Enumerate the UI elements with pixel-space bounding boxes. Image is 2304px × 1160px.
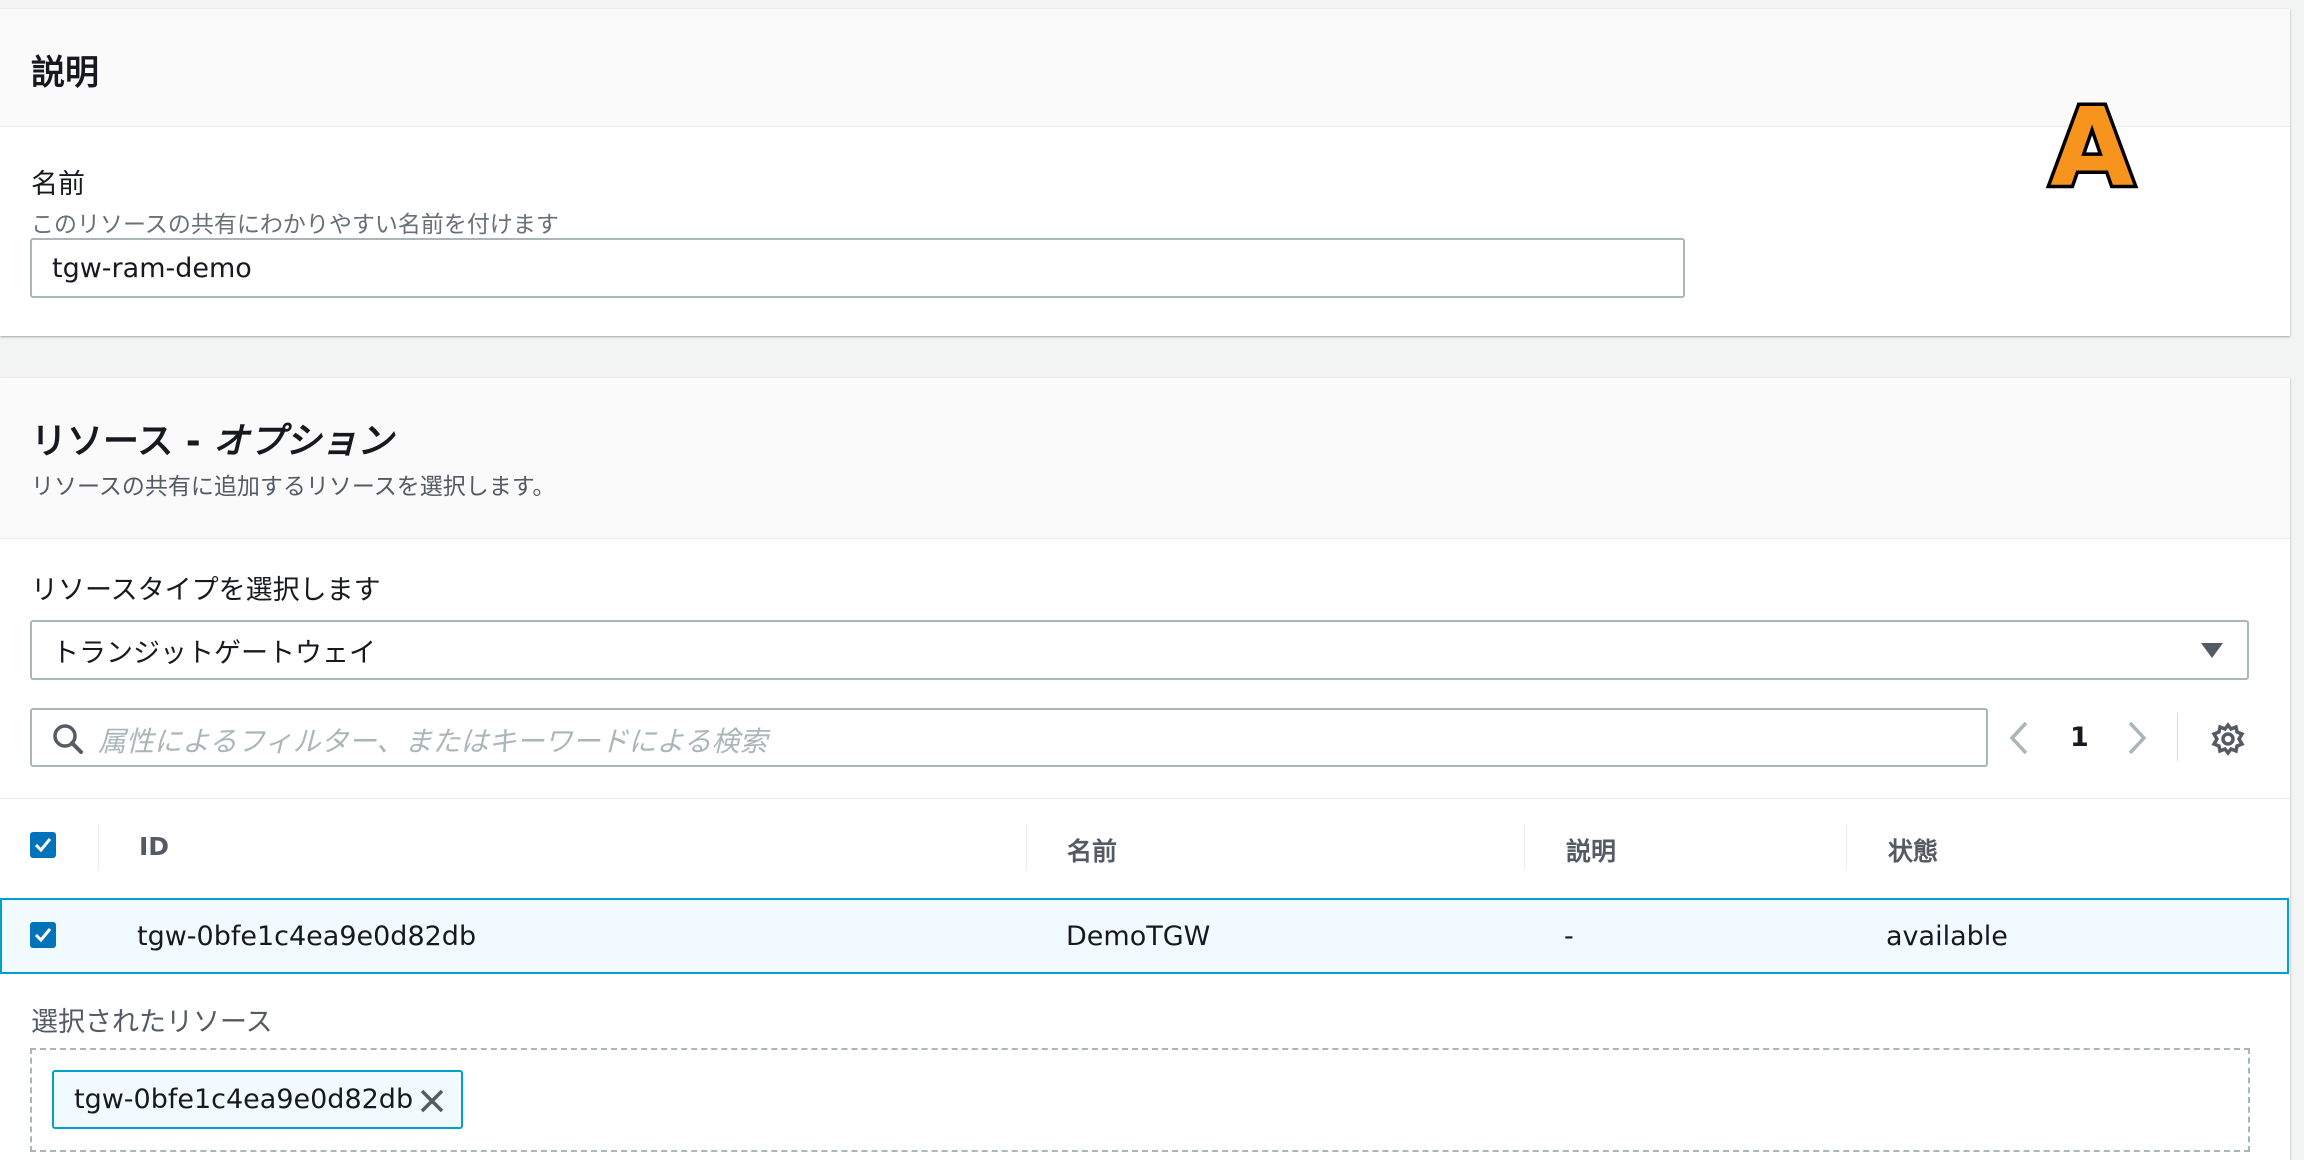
- column-divider: [1846, 824, 1847, 870]
- settings-gear-icon[interactable]: [2211, 722, 2245, 756]
- resources-title-optional: オプション: [213, 421, 394, 462]
- caret-down-icon: [2201, 643, 2223, 658]
- badge-letter: A: [2050, 91, 2134, 201]
- column-header-state[interactable]: 状態: [1888, 832, 1938, 868]
- name-input[interactable]: tgw-ram-demo: [30, 238, 1685, 298]
- column-header-description[interactable]: 説明: [1566, 832, 1616, 868]
- name-hint: このリソースの共有にわかりやすい名前を付けます: [31, 212, 559, 238]
- cell-state: available: [1886, 921, 2008, 952]
- search-icon: [53, 724, 83, 754]
- row-checkbox[interactable]: [30, 922, 56, 948]
- search-input[interactable]: 属性によるフィルター、またはキーワードによる検索: [30, 708, 1988, 767]
- column-divider: [1026, 824, 1027, 870]
- resources-title-main: リソース -: [31, 421, 214, 462]
- table-top-border: [0, 798, 2290, 799]
- resources-panel-title: リソース - オプション: [31, 412, 393, 464]
- cell-name: DemoTGW: [1066, 921, 1211, 952]
- column-header-id[interactable]: ID: [139, 832, 169, 861]
- token-label: tgw-0bfe1c4ea9e0d82db: [74, 1084, 414, 1115]
- previous-page-icon[interactable]: [2008, 721, 2030, 755]
- selected-resource-token: tgw-0bfe1c4ea9e0d82db: [52, 1070, 463, 1129]
- description-panel-title: 説明: [31, 53, 99, 93]
- letter-a-badge-icon: A: [2047, 91, 2138, 201]
- name-input-value: tgw-ram-demo: [52, 252, 252, 284]
- column-divider: [98, 824, 99, 870]
- resource-type-label: リソースタイプを選択します: [31, 575, 381, 606]
- check-icon: [34, 838, 52, 853]
- resource-type-selected: トランジットゲートウェイ: [52, 637, 376, 669]
- name-label: 名前: [31, 169, 85, 200]
- cell-id: tgw-0bfe1c4ea9e0d82db: [137, 921, 477, 952]
- page-number[interactable]: 1: [2070, 722, 2089, 753]
- next-page-icon[interactable]: [2126, 721, 2148, 755]
- resources-panel-header: リソース - オプション リソースの共有に追加するリソースを選択します。: [0, 378, 2290, 539]
- selected-resources-label: 選択されたリソース: [31, 1007, 273, 1038]
- resources-subtitle: リソースの共有に追加するリソースを選択します。: [31, 474, 556, 500]
- cell-description: -: [1564, 921, 1574, 952]
- description-panel-header: 説明: [0, 9, 2290, 127]
- search-placeholder: 属性によるフィルター、またはキーワードによる検索: [98, 725, 768, 758]
- pagination-divider: [2177, 713, 2178, 761]
- description-panel: 説明 名前 このリソースの共有にわかりやすい名前を付けます tgw-ram-de…: [0, 9, 2290, 336]
- close-icon[interactable]: [419, 1088, 445, 1114]
- check-icon: [34, 928, 52, 943]
- select-all-checkbox[interactable]: [30, 832, 56, 858]
- resources-panel: リソース - オプション リソースの共有に追加するリソースを選択します。: [0, 378, 2290, 1160]
- resource-type-select[interactable]: トランジットゲートウェイ: [30, 620, 2249, 680]
- column-header-name[interactable]: 名前: [1067, 832, 1117, 868]
- column-divider: [1524, 824, 1525, 870]
